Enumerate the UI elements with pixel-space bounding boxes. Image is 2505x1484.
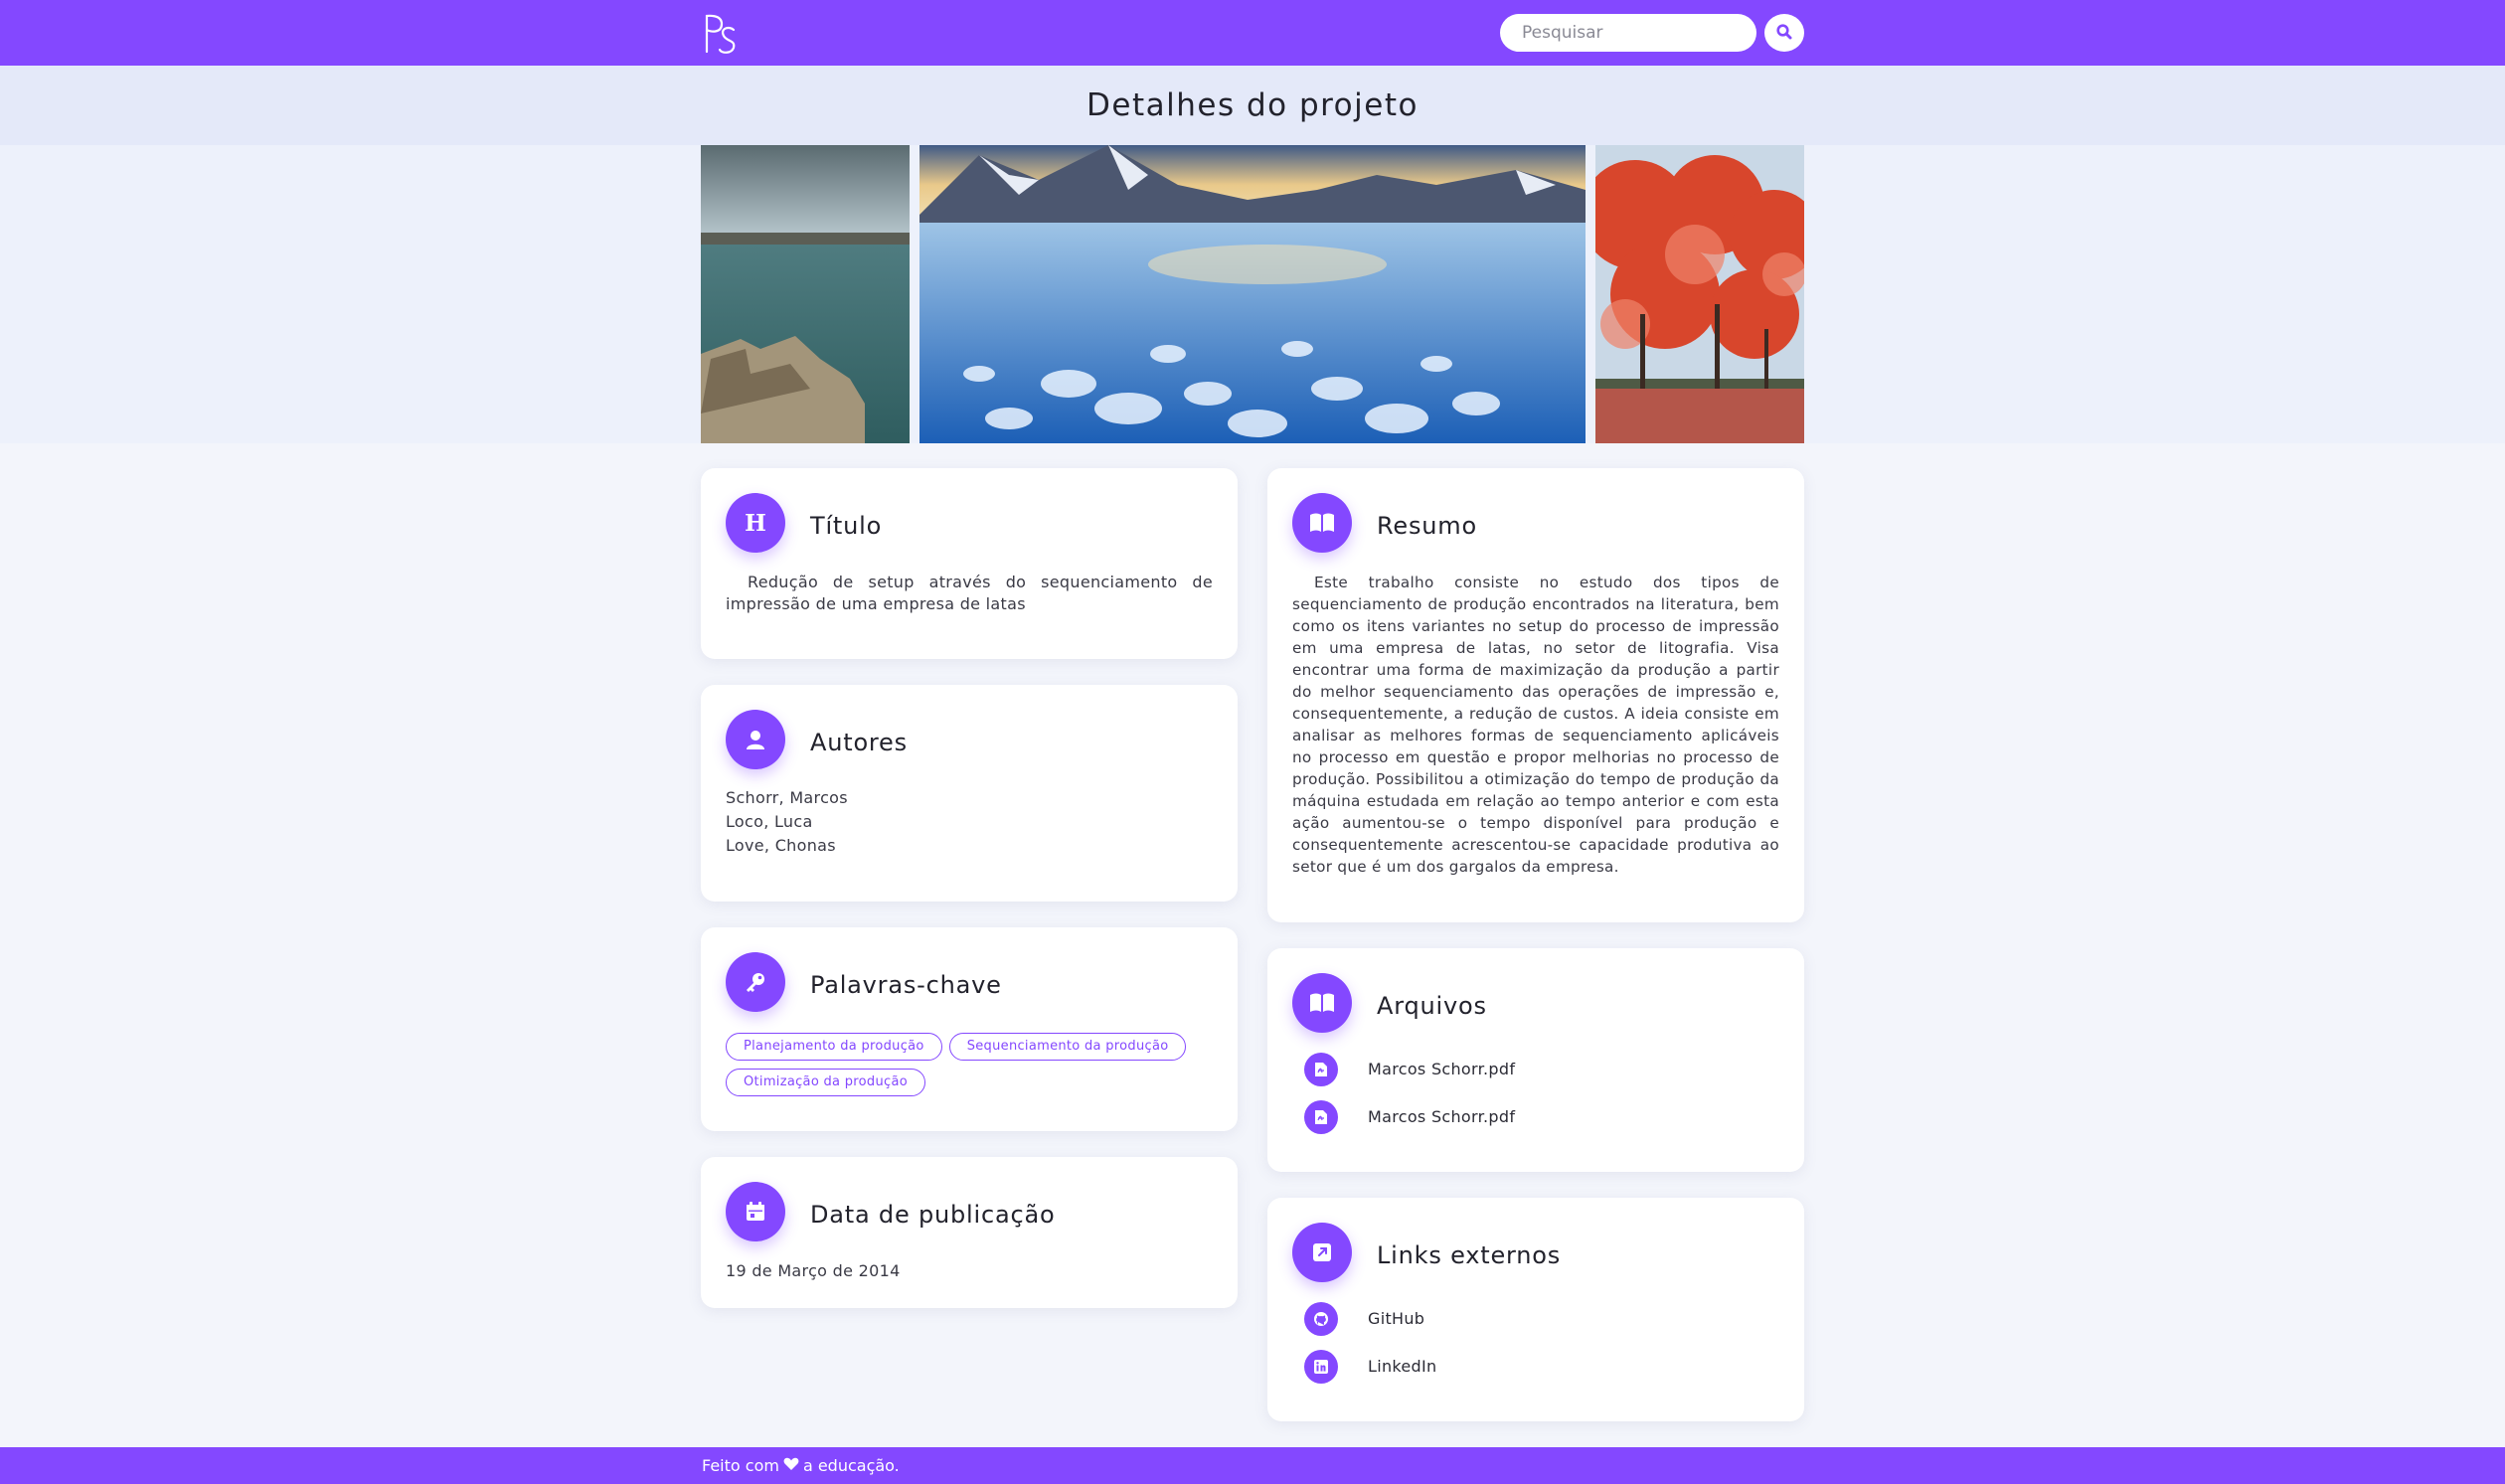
card-palavras-heading: Palavras-chave — [810, 971, 1002, 999]
keyword-chip[interactable]: Sequenciamento da produção — [948, 1033, 1187, 1061]
card-palavras-chave: Palavras-chave Planejamento da produção … — [701, 927, 1238, 1131]
card-resumo: Resumo Este trabalho consiste no estudo … — [1267, 468, 1804, 922]
ps-logo[interactable] — [702, 10, 742, 56]
top-navbar — [0, 0, 2505, 66]
card-links-heading: Links externos — [1377, 1241, 1562, 1269]
card-titulo: H Título Redução de setup através do seq… — [701, 468, 1238, 659]
book-icon — [1292, 973, 1352, 1033]
footer-prefix: Feito com — [702, 1456, 779, 1475]
abstract-text: Este trabalho consiste no estudo dos tip… — [1292, 574, 1779, 876]
card-arquivos: Arquivos Marcos Schorr.pdf Marcos Schorr… — [1267, 948, 1804, 1172]
svg-text:H: H — [745, 510, 766, 536]
user-icon — [726, 710, 785, 769]
link-label[interactable]: GitHub — [1368, 1308, 1424, 1330]
file-item[interactable]: Marcos Schorr.pdf — [1292, 1093, 1779, 1141]
link-item-linkedin[interactable]: LinkedIn — [1292, 1343, 1779, 1391]
footer-suffix: a educação. — [802, 1456, 900, 1475]
search-bar — [1500, 14, 1804, 52]
heart-icon — [783, 1456, 799, 1475]
search-button[interactable] — [1764, 14, 1804, 52]
external-link-icon — [1292, 1223, 1352, 1282]
heading-icon: H — [726, 493, 785, 553]
footer-text: Feito com a educação. — [702, 1456, 900, 1475]
card-links-externos: Links externos GitHub LinkedIn — [1267, 1198, 1804, 1421]
card-autores: Autores Schorr, Marcos Loco, Luca Love, … — [701, 685, 1238, 902]
keywords-list: Planejamento da produção Sequenciamento … — [726, 1033, 1213, 1096]
link-item-github[interactable]: GitHub — [1292, 1295, 1779, 1343]
pdf-file-icon — [1304, 1053, 1338, 1086]
pdf-file-icon — [1304, 1100, 1338, 1134]
publication-date: 19 de Março de 2014 — [726, 1261, 901, 1280]
card-autores-heading: Autores — [810, 729, 908, 756]
card-data-publicacao: Data de publicação 19 de Março de 2014 — [701, 1157, 1238, 1308]
card-resumo-heading: Resumo — [1377, 512, 1477, 540]
card-arquivos-heading: Arquivos — [1377, 992, 1487, 1020]
title-band: Detalhes do projeto — [0, 66, 2505, 145]
project-title-text: Redução de setup através do sequenciamen… — [726, 573, 1213, 613]
footer: Feito com a educação. — [0, 1447, 2505, 1484]
search-icon — [1775, 23, 1793, 44]
photo-autumn-trees[interactable] — [1595, 145, 1804, 443]
card-titulo-heading: Título — [810, 512, 883, 540]
calendar-icon — [726, 1182, 785, 1241]
file-name[interactable]: Marcos Schorr.pdf — [1368, 1106, 1515, 1128]
files-list: Marcos Schorr.pdf Marcos Schorr.pdf — [1292, 1046, 1779, 1141]
photo-frozen-lake[interactable] — [919, 145, 1586, 443]
github-icon — [1304, 1302, 1338, 1336]
file-item[interactable]: Marcos Schorr.pdf — [1292, 1046, 1779, 1093]
link-label[interactable]: LinkedIn — [1368, 1356, 1436, 1378]
key-icon — [726, 952, 785, 1012]
photo-coastal-fortress[interactable] — [701, 145, 910, 443]
file-name[interactable]: Marcos Schorr.pdf — [1368, 1059, 1515, 1080]
linkedin-icon — [1304, 1350, 1338, 1384]
author-name: Schorr, Marcos — [726, 788, 848, 807]
keyword-chip[interactable]: Otimização da produção — [726, 1069, 925, 1096]
author-name: Love, Chonas — [726, 836, 836, 855]
authors-list: Schorr, Marcos Loco, Luca Love, Chonas — [726, 786, 1213, 858]
keyword-chip[interactable]: Planejamento da produção — [726, 1033, 942, 1061]
external-links-list: GitHub LinkedIn — [1292, 1295, 1779, 1391]
book-icon — [1292, 493, 1352, 553]
search-input[interactable] — [1500, 14, 1756, 52]
page-title: Detalhes do projeto — [1086, 87, 1419, 123]
author-name: Loco, Luca — [726, 812, 813, 831]
card-data-heading: Data de publicação — [810, 1201, 1056, 1229]
